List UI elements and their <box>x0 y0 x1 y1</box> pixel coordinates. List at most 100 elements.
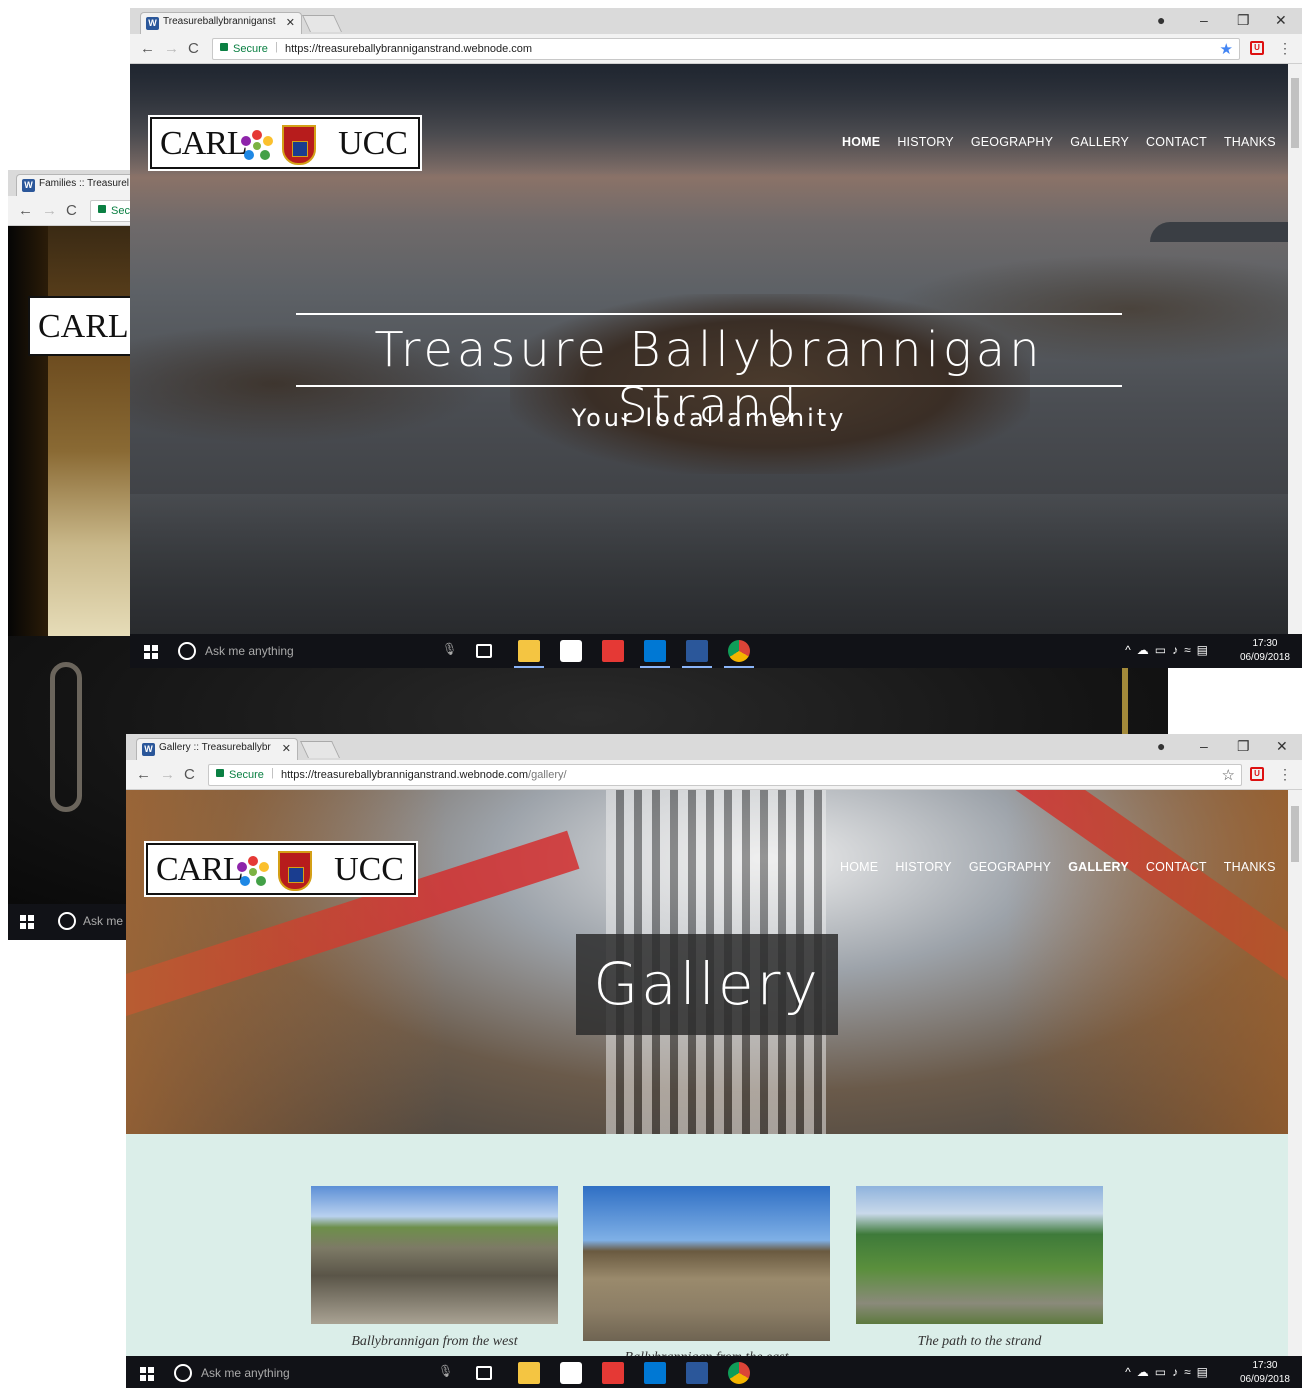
bottom-toolbar: ← → C Secure | https://treasureballybran… <box>126 760 1302 790</box>
hero-subtitle: Your local amenity <box>571 404 847 432</box>
reload-icon[interactable]: C <box>188 40 199 57</box>
account-icon[interactable]: ● <box>1157 738 1165 754</box>
forward-arrow-icon[interactable]: → <box>160 766 175 783</box>
ucc-crest-icon <box>278 851 312 891</box>
back-logo-text: CARL <box>38 308 129 345</box>
taskbar-search[interactable]: Ask me anything <box>205 644 294 658</box>
top-taskbar: Ask me anything 🎙 ^☁▭♪≈▤ 17:30 06/09/201… <box>130 634 1302 668</box>
gallery-thumbnail[interactable] <box>583 1186 830 1341</box>
cortana-icon[interactable] <box>174 1364 192 1382</box>
top-active-tab[interactable]: W Treasureballybranniganst ✕ <box>140 12 302 34</box>
system-tray-icons[interactable]: ^☁▭♪≈▤ <box>1125 643 1214 657</box>
tab-close-icon[interactable]: ✕ <box>286 16 295 29</box>
extension-icon[interactable]: U <box>1250 767 1264 781</box>
gallery-hero-title: Gallery <box>576 934 838 1035</box>
logo-carl-text: CARL <box>156 851 244 888</box>
site-logo[interactable]: CARL UCC <box>150 117 420 169</box>
maximize-icon[interactable]: ❐ <box>1237 12 1250 29</box>
minimize-icon[interactable]: – <box>1200 738 1208 754</box>
system-tray-icons[interactable]: ^☁▭♪≈▤ <box>1125 1365 1214 1379</box>
microphone-icon[interactable]: 🎙 <box>442 642 457 656</box>
forward-arrow-icon[interactable]: → <box>164 40 179 57</box>
outlook-icon[interactable] <box>644 1362 666 1384</box>
gift-app-icon[interactable] <box>602 640 624 662</box>
top-site-nav: HOME HISTORY GEOGRAPHY GALLERY CONTACT T… <box>842 135 1276 149</box>
chrome-menu-icon[interactable]: ⋮ <box>1278 766 1292 783</box>
windows-start-icon[interactable] <box>20 915 34 929</box>
nav-gallery[interactable]: GALLERY <box>1068 860 1129 874</box>
chrome-icon[interactable] <box>728 1362 750 1384</box>
nav-history[interactable]: HISTORY <box>897 135 954 149</box>
cortana-icon[interactable] <box>178 642 196 660</box>
back-taskbar-search[interactable]: Ask me <box>83 914 123 928</box>
ucc-crest-icon <box>282 125 316 165</box>
nav-history[interactable]: HISTORY <box>895 860 952 874</box>
minimize-icon[interactable]: – <box>1200 12 1208 28</box>
site-logo[interactable]: CARL UCC <box>146 843 416 895</box>
nav-home[interactable]: HOME <box>842 135 880 149</box>
gift-app-icon[interactable] <box>602 1362 624 1384</box>
secure-label: Secure <box>229 769 264 781</box>
task-view-icon[interactable] <box>476 1366 492 1380</box>
lock-icon <box>98 205 106 213</box>
close-window-icon[interactable]: ✕ <box>1275 12 1287 29</box>
top-scrollbar[interactable] <box>1288 64 1302 634</box>
close-window-icon[interactable]: ✕ <box>1276 738 1288 755</box>
nav-home[interactable]: HOME <box>840 860 878 874</box>
gallery-thumbnail[interactable] <box>856 1186 1103 1324</box>
outlook-icon[interactable] <box>644 640 666 662</box>
scrollbar-thumb[interactable] <box>1291 78 1299 148</box>
clock-time: 17:30 <box>1252 638 1278 649</box>
top-address-bar[interactable]: Secure | https://treasureballybrannigans… <box>212 38 1240 60</box>
url-host: https://treasureballybranniganstrand.web… <box>281 769 529 781</box>
file-explorer-icon[interactable] <box>518 640 540 662</box>
back-arrow-icon[interactable]: ← <box>18 202 33 219</box>
windows-start-icon[interactable] <box>140 1367 154 1381</box>
nav-geography[interactable]: GEOGRAPHY <box>971 135 1053 149</box>
bottom-active-tab[interactable]: W Gallery :: Treasureballybr ✕ <box>136 738 298 760</box>
bottom-site-nav: HOME HISTORY GEOGRAPHY GALLERY CONTACT T… <box>840 860 1276 874</box>
store-icon[interactable] <box>560 640 582 662</box>
word-icon[interactable] <box>686 1362 708 1384</box>
word-favicon-icon: W <box>146 17 159 30</box>
cortana-icon[interactable] <box>58 912 76 930</box>
reload-icon[interactable]: C <box>66 202 77 219</box>
taskbar-clock[interactable]: 17:30 06/09/2018 <box>1240 637 1290 665</box>
url-text: https://treasureballybranniganstrand.web… <box>285 43 532 55</box>
file-explorer-icon[interactable] <box>518 1362 540 1384</box>
extension-icon[interactable]: U <box>1250 41 1264 55</box>
reload-icon[interactable]: C <box>184 766 195 783</box>
tab-close-icon[interactable]: ✕ <box>282 742 291 755</box>
task-view-icon[interactable] <box>476 644 492 658</box>
chrome-icon[interactable] <box>728 640 750 662</box>
forward-arrow-icon[interactable]: → <box>42 202 57 219</box>
account-icon[interactable]: ● <box>1157 12 1165 28</box>
logo-carl-text: CARL <box>160 125 248 162</box>
bottom-scrollbar[interactable] <box>1288 790 1302 1356</box>
bookmark-star-icon[interactable]: ★ <box>1220 40 1233 58</box>
nav-geography[interactable]: GEOGRAPHY <box>969 860 1051 874</box>
top-tab-title: Treasureballybranniganst <box>163 16 276 27</box>
nav-gallery[interactable]: GALLERY <box>1070 135 1129 149</box>
nav-contact[interactable]: CONTACT <box>1146 860 1207 874</box>
desktop-gap <box>1182 668 1306 734</box>
microphone-icon[interactable]: 🎙 <box>438 1364 453 1378</box>
taskbar-clock[interactable]: 17:30 06/09/2018 <box>1240 1359 1290 1387</box>
gallery-thumbnail[interactable] <box>311 1186 558 1324</box>
store-icon[interactable] <box>560 1362 582 1384</box>
nav-thanks[interactable]: THANKS <box>1224 860 1276 874</box>
nav-contact[interactable]: CONTACT <box>1146 135 1207 149</box>
maximize-icon[interactable]: ❐ <box>1237 738 1250 755</box>
bookmark-star-icon[interactable]: ☆ <box>1222 766 1235 784</box>
windows-start-icon[interactable] <box>144 645 158 659</box>
scrollbar-thumb[interactable] <box>1291 806 1299 862</box>
taskbar-search[interactable]: Ask me anything <box>201 1366 290 1380</box>
chrome-menu-icon[interactable]: ⋮ <box>1278 40 1292 57</box>
nav-thanks[interactable]: THANKS <box>1224 135 1276 149</box>
secure-label: Sec <box>111 205 130 217</box>
bottom-address-bar[interactable]: Secure | https://treasureballybrannigans… <box>208 764 1242 786</box>
distant-headland <box>1150 222 1288 242</box>
back-arrow-icon[interactable]: ← <box>136 766 151 783</box>
word-icon[interactable] <box>686 640 708 662</box>
back-arrow-icon[interactable]: ← <box>140 40 155 57</box>
